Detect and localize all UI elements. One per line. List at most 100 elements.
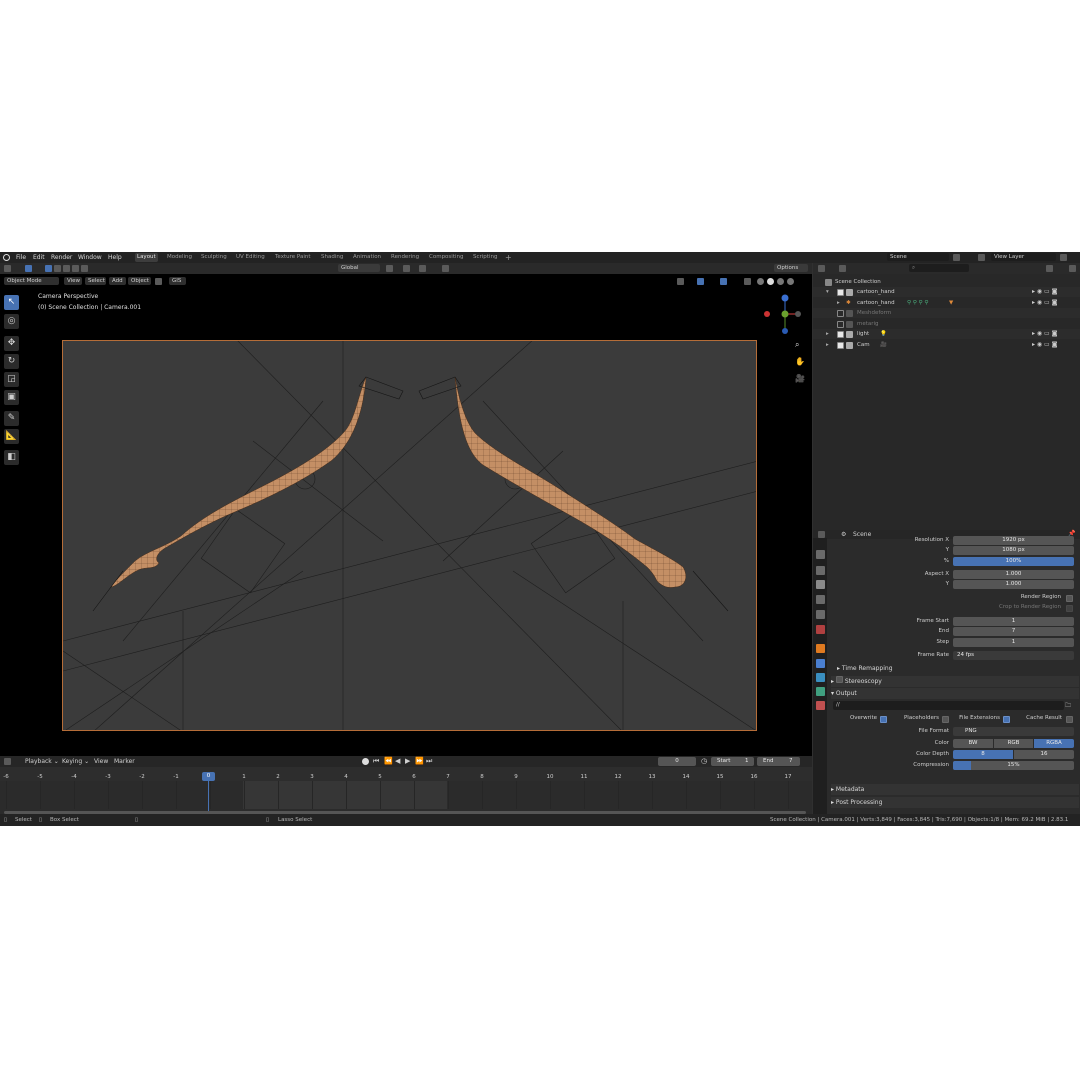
start-frame-field[interactable]: Start 1: [711, 757, 754, 766]
file-extensions-checkbox[interactable]: [1003, 716, 1010, 723]
overlay-toggle-icon[interactable]: [720, 278, 727, 285]
end-frame-field[interactable]: End 7: [757, 757, 800, 766]
output-path-input[interactable]: //: [833, 701, 1064, 710]
expand-arrow-icon[interactable]: ▸: [826, 340, 829, 350]
expand-arrow-icon[interactable]: ▾: [826, 287, 829, 297]
object-menu[interactable]: Object: [128, 277, 151, 285]
frame-step-field[interactable]: 1: [953, 638, 1074, 647]
stereoscopy-section[interactable]: ▸ Stereoscopy: [831, 676, 1079, 687]
post-processing-section[interactable]: ▸ Post Processing: [831, 797, 1079, 808]
outliner-search-input[interactable]: ⌕: [909, 264, 969, 272]
snap-icon[interactable]: [403, 265, 410, 272]
row-checkbox[interactable]: [837, 289, 844, 296]
mode-invert-icon[interactable]: [72, 265, 79, 272]
resolution-y-field[interactable]: 1080 px: [953, 546, 1074, 555]
jump-start-icon[interactable]: ⏮: [373, 757, 379, 766]
mode-intersect-icon[interactable]: [81, 265, 88, 272]
tab-shading[interactable]: Shading: [319, 253, 345, 262]
tab-texture-paint[interactable]: Texture Paint: [273, 253, 313, 262]
restrict-icons-row[interactable]: ▸ ◉ ▭ ◙: [1032, 287, 1078, 298]
transform-tool[interactable]: ▣: [4, 390, 19, 405]
tab-scripting[interactable]: Scripting: [471, 253, 499, 262]
scene-selector[interactable]: Scene: [887, 253, 949, 261]
mode-dropdown[interactable]: Object Mode: [4, 277, 59, 285]
time-remapping-section[interactable]: ▸ Time Remapping: [837, 663, 1077, 674]
frame-start-field[interactable]: 1: [953, 617, 1074, 626]
physics-tab-icon[interactable]: [816, 687, 825, 696]
clock-icon[interactable]: ◷: [701, 757, 707, 765]
display-mode-icon[interactable]: [839, 265, 846, 272]
stereoscopy-checkbox[interactable]: [835, 676, 843, 683]
play-icon[interactable]: ▶: [405, 757, 410, 765]
menu-edit[interactable]: Edit: [33, 253, 45, 262]
texture-tab-icon[interactable]: [816, 701, 825, 710]
left-arm-mesh[interactable]: [110, 376, 367, 588]
tab-animation[interactable]: Animation: [351, 253, 383, 262]
editor-type-icon[interactable]: [4, 265, 11, 272]
tab-compositing[interactable]: Compositing: [427, 253, 465, 262]
aspect-x-field[interactable]: 1.000: [953, 570, 1074, 579]
new-scene-icon[interactable]: [953, 254, 960, 261]
frame-rate-dropdown[interactable]: 24 fps: [953, 651, 1074, 660]
scene-tab-icon[interactable]: [816, 610, 825, 619]
filter-icon[interactable]: [1046, 265, 1053, 272]
gizmo-toggle-icon[interactable]: [697, 278, 704, 285]
outliner-editor-icon[interactable]: [818, 265, 825, 272]
restrict-icons-row[interactable]: ▸ ◉ ▭ ◙: [1032, 298, 1078, 309]
add-cube-tool[interactable]: ◧: [4, 450, 19, 465]
navigation-gizmo[interactable]: [762, 292, 810, 338]
view-layer-selector[interactable]: View Layer: [991, 253, 1056, 261]
gis-menu[interactable]: GIS: [169, 277, 186, 285]
select-tool-icon[interactable]: [25, 265, 32, 272]
modifier-tab-icon[interactable]: [816, 659, 825, 668]
color-rgb-button[interactable]: RGB: [994, 739, 1033, 748]
zoom-icon[interactable]: ⌕: [795, 340, 804, 349]
blender-logo-icon[interactable]: [3, 254, 10, 261]
jump-keyframe-forward-icon[interactable]: ⏩: [415, 757, 424, 765]
metadata-section[interactable]: ▸ Metadata: [831, 784, 1079, 795]
select-menu[interactable]: Select: [85, 277, 106, 285]
timeline-view-menu[interactable]: View: [94, 758, 108, 765]
aspect-y-field[interactable]: 1.000: [953, 580, 1074, 589]
tab-rendering[interactable]: Rendering: [389, 253, 421, 262]
render-region-checkbox[interactable]: [1066, 595, 1073, 602]
options-dropdown[interactable]: Options: [774, 264, 808, 272]
restrict-icons-row[interactable]: ▸ ◉ ▭ ◙: [1032, 340, 1078, 351]
solid-shading-icon[interactable]: [767, 278, 774, 285]
play-reverse-icon[interactable]: ◀: [395, 757, 400, 765]
depth-8-button[interactable]: 8: [953, 750, 1013, 759]
playback-menu[interactable]: Playback ⌄: [25, 758, 59, 765]
tab-modeling[interactable]: Modeling: [165, 253, 194, 262]
wireframe-shading-icon[interactable]: [757, 278, 764, 285]
tab-uv-editing[interactable]: UV Editing: [234, 253, 267, 262]
expand-arrow-icon[interactable]: ▸: [826, 329, 829, 339]
menu-render[interactable]: Render: [51, 253, 72, 262]
row-checkbox[interactable]: [837, 321, 844, 328]
mode-subtract-icon[interactable]: [63, 265, 70, 272]
record-icon[interactable]: [362, 758, 369, 765]
file-format-dropdown[interactable]: PNG: [953, 727, 1074, 736]
overwrite-checkbox[interactable]: [880, 716, 887, 723]
mode-new-icon[interactable]: [45, 265, 52, 272]
tab-sculpting[interactable]: Sculpting: [199, 253, 229, 262]
current-frame-field[interactable]: 0: [658, 757, 696, 766]
view-layer-tab-icon[interactable]: [816, 595, 825, 604]
jump-keyframe-back-icon[interactable]: ⏪: [384, 757, 393, 765]
add-workspace-icon[interactable]: +: [503, 253, 514, 262]
snap-target-icon[interactable]: [419, 265, 426, 272]
add-menu[interactable]: Add: [109, 277, 126, 285]
pivot-icon[interactable]: [386, 265, 393, 272]
pan-hand-icon[interactable]: ✋: [795, 357, 805, 366]
timeline-editor-icon[interactable]: [4, 758, 11, 765]
menu-help[interactable]: Help: [108, 253, 122, 262]
expand-arrow-icon[interactable]: ▸: [837, 298, 840, 308]
row-checkbox[interactable]: [837, 310, 844, 317]
scale-tool[interactable]: ◲: [4, 372, 19, 387]
rendered-shading-icon[interactable]: [787, 278, 794, 285]
camera-view-icon[interactable]: 🎥: [795, 374, 805, 383]
frame-end-field[interactable]: 7: [953, 627, 1074, 636]
resolution-x-field[interactable]: 1920 px: [953, 536, 1074, 545]
view-menu[interactable]: View: [64, 277, 82, 285]
visibility-icon[interactable]: [677, 278, 684, 285]
material-shading-icon[interactable]: [777, 278, 784, 285]
